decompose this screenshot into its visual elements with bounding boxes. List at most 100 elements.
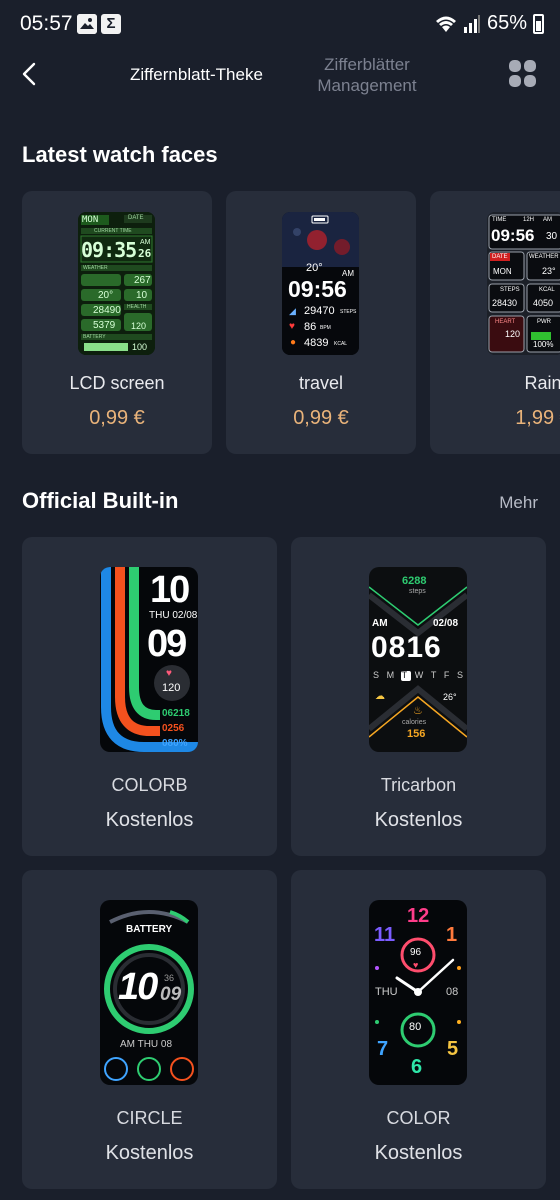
weekday: T bbox=[430, 670, 437, 680]
heart-icon: ♥ bbox=[413, 960, 419, 970]
colorb-battery: 080% bbox=[162, 738, 188, 749]
color-battery: 80 bbox=[409, 1021, 422, 1033]
rain-time: 09:56 bbox=[491, 226, 535, 245]
rain-pwr-label: PWR bbox=[537, 319, 551, 325]
lcd-current-time-label: CURRENT TIME bbox=[94, 228, 132, 234]
colorb-hour: 10 bbox=[150, 569, 190, 611]
color-day: THU bbox=[375, 986, 398, 998]
lcd-screen-preview: MON DATE CURRENT TIME 09:35 AM 26 WEATHE… bbox=[78, 212, 155, 355]
color-date: 08 bbox=[446, 986, 459, 998]
rain-heart-label: HEART bbox=[495, 319, 516, 325]
travel-preview: 20° AM 09:56 29470 STEPS 86 BPM 4839 KCA… bbox=[282, 212, 359, 355]
lcd-battery-value: 100 bbox=[132, 342, 148, 352]
lcd-battery-label: BATTERY bbox=[83, 334, 106, 340]
circle-minute: 09 bbox=[160, 984, 182, 1005]
rain-kcal: 4050 bbox=[533, 298, 554, 308]
lcd-weather-label: WEATHER bbox=[83, 265, 108, 271]
weather-icon: ☁ bbox=[375, 691, 385, 702]
color-num-1: 1 bbox=[446, 924, 458, 946]
rain-day: MON bbox=[493, 267, 512, 276]
color-num-5: 5 bbox=[447, 1038, 459, 1060]
watchface-name: Tricarbon bbox=[380, 775, 457, 795]
lcd-health-label: HEALTH bbox=[127, 304, 147, 310]
rain-power: 100% bbox=[533, 340, 554, 349]
signal-icon bbox=[463, 14, 480, 33]
circle-seconds: 36 bbox=[164, 973, 175, 983]
tricarbon-date: 02/08 bbox=[433, 618, 459, 629]
tricarbon-ampm: AM bbox=[372, 618, 388, 629]
tricarbon-cal-label: calories bbox=[402, 719, 427, 726]
rain-12h: 12H bbox=[523, 217, 535, 223]
tab-watchface-store[interactable]: Ziffernblatt-Theke bbox=[130, 65, 263, 85]
rain-preview: TIME 12H AM 09:56 30 DATE WEATHER MON 23… bbox=[487, 212, 560, 355]
tricarbon-temp: 26° bbox=[443, 692, 457, 702]
lcd-temp: 20° bbox=[98, 290, 114, 301]
colorb-preview: 10 THU 02/08 09 ♥ 120 06218 0256 080% bbox=[100, 567, 198, 752]
color-num-7: 7 bbox=[377, 1038, 389, 1060]
grid-menu-icon[interactable] bbox=[509, 60, 537, 88]
tricarbon-steps-label: steps bbox=[409, 588, 426, 595]
tricarbon-time: 0816 bbox=[371, 631, 442, 664]
watchface-price: 1,99 € bbox=[515, 407, 560, 429]
back-arrow-icon[interactable] bbox=[18, 62, 42, 86]
rain-kcal-label: KCAL bbox=[539, 287, 555, 293]
watchface-price: 0,99 € bbox=[89, 407, 145, 429]
watchface-card-rain[interactable]: TIME 12H AM 09:56 30 DATE WEATHER MON 23… bbox=[430, 191, 560, 454]
watchface-name: COLOR bbox=[386, 1108, 451, 1128]
tab-management-line1: Zifferblätter bbox=[324, 55, 410, 74]
weekday: W bbox=[414, 670, 424, 680]
lcd-kcal: 5379 bbox=[93, 320, 116, 331]
watchface-name: Rain bbox=[524, 373, 560, 393]
tricarbon-weekdays: S M T W T F S bbox=[373, 670, 463, 680]
rain-weather-label: WEATHER bbox=[529, 254, 559, 260]
rain-am: AM bbox=[543, 217, 552, 223]
tab-watchface-management[interactable]: Zifferblätter Management bbox=[306, 54, 428, 96]
circle-date: AM THU 08 bbox=[120, 1039, 173, 1050]
colorb-date: THU 02/08 bbox=[149, 610, 198, 621]
travel-time: 09:56 bbox=[288, 276, 347, 302]
travel-kcal-unit: KCAL bbox=[334, 341, 348, 347]
watchface-name: COLORB bbox=[111, 775, 188, 795]
lcd-heart-rate: 120 bbox=[131, 321, 147, 331]
battery-percent: 65% bbox=[486, 12, 527, 34]
weekday: M bbox=[386, 670, 395, 680]
rain-temp: 23° bbox=[542, 266, 556, 276]
watchface-name: CIRCLE bbox=[116, 1108, 183, 1128]
heart-icon: ♥ bbox=[166, 668, 172, 679]
watchface-card-colorb[interactable]: 10 THU 02/08 09 ♥ 120 06218 0256 080% CO… bbox=[22, 537, 277, 856]
tricarbon-preview: 6288 steps AM 02/08 0816 S M T W T F S ☁… bbox=[369, 567, 467, 752]
watchface-card-lcd-screen[interactable]: MON DATE CURRENT TIME 09:35 AM 26 WEATHE… bbox=[22, 191, 212, 454]
top-nav: Ziffernblatt-Theke Zifferblätter Managem… bbox=[0, 50, 560, 100]
travel-bpm-unit: BPM bbox=[320, 325, 331, 331]
tricarbon-steps: 6288 bbox=[402, 575, 427, 587]
colorb-heart-rate: 120 bbox=[162, 682, 181, 694]
gallery-notification-icon bbox=[77, 14, 97, 34]
rain-date-label: DATE bbox=[492, 254, 508, 260]
status-time: 05:57 bbox=[20, 12, 73, 35]
rain-steps-label: STEPS bbox=[500, 287, 520, 293]
lcd-time: 09:35 bbox=[81, 238, 137, 262]
watchface-price: Kostenlos bbox=[105, 1142, 194, 1164]
rain-time-label: TIME bbox=[492, 217, 507, 223]
circle-battery-label: BATTERY bbox=[126, 924, 173, 935]
color-num-12: 12 bbox=[407, 905, 430, 927]
watchface-card-color[interactable]: 12 11 1 96 ♥ THU 08 80 7 5 6 COLOR Koste… bbox=[291, 870, 546, 1189]
travel-steps: 29470 bbox=[304, 305, 335, 317]
travel-bpm: 86 bbox=[304, 321, 317, 333]
shoe-icon: ◢ bbox=[289, 306, 296, 316]
colorb-kcal: 0256 bbox=[162, 723, 185, 734]
watchface-card-travel[interactable]: 20° AM 09:56 29470 STEPS 86 BPM 4839 KCA… bbox=[226, 191, 416, 454]
lcd-steps: 28490 bbox=[93, 305, 121, 316]
watchface-price: Kostenlos bbox=[374, 1142, 463, 1164]
tricarbon-cal: 156 bbox=[407, 728, 426, 740]
heart-icon: ♥ bbox=[289, 321, 295, 332]
watchface-card-circle[interactable]: BATTERY 10 36 09 AM THU 08 CIRCLE Kosten… bbox=[22, 870, 277, 1189]
watchface-card-tricarbon[interactable]: 6288 steps AM 02/08 0816 S M T W T F S ☁… bbox=[291, 537, 546, 856]
travel-steps-unit: STEPS bbox=[340, 309, 357, 315]
rain-steps: 28430 bbox=[492, 298, 518, 308]
lcd-seconds: 26 bbox=[138, 247, 152, 260]
flame-icon: ♨ bbox=[413, 705, 423, 717]
watchface-price: 0,99 € bbox=[293, 407, 349, 429]
more-link[interactable]: Mehr bbox=[499, 493, 538, 513]
official-section-title: Official Built-in bbox=[22, 488, 179, 513]
